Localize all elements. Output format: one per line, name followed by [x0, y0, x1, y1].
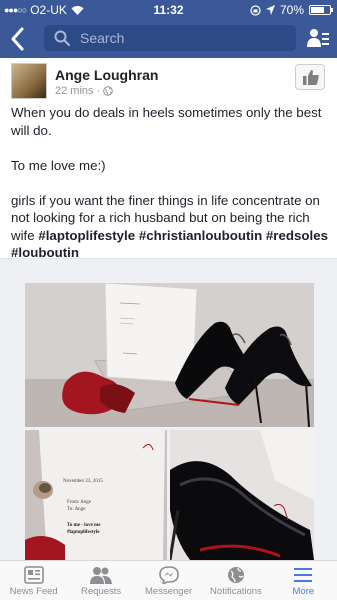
like-button[interactable] [295, 64, 325, 90]
post-time[interactable]: 22 mins [55, 85, 94, 97]
tab-label-news-feed: News Feed [9, 586, 58, 597]
tab-label-more: More [292, 586, 315, 597]
globe-icon [227, 567, 244, 583]
tab-label-messenger: Messenger [145, 586, 193, 597]
avatar[interactable] [11, 63, 47, 99]
photo-heels-box[interactable] [25, 283, 314, 427]
messenger-icon [158, 566, 179, 584]
tab-bar: News Feed Requests Messenger Notificatio… [0, 560, 337, 600]
news-feed-icon [23, 566, 44, 584]
tab-label-notifications: Notifications [210, 586, 262, 597]
tab-messenger[interactable]: Messenger [135, 561, 202, 600]
globe-privacy-icon [103, 86, 114, 96]
requests-icon [90, 567, 113, 584]
battery-icon [309, 5, 333, 15]
photo-note-card-image: November 23, 2015 From: Ange To: Ange To… [25, 430, 167, 560]
meta-separator: · [96, 85, 101, 97]
friends-list-icon [307, 29, 329, 47]
friends-list-button[interactable] [307, 27, 329, 54]
author-name[interactable]: Ange Loughran [55, 67, 158, 83]
tab-more[interactable]: More [270, 561, 337, 600]
search-bar[interactable]: Search [44, 25, 296, 51]
location-icon [265, 5, 275, 15]
card-to: To: Ange [67, 507, 86, 512]
photo-heel-closeup[interactable] [170, 430, 314, 560]
hashtags[interactable]: #laptoplifestyle #christianlouboutin #re… [11, 228, 328, 261]
photo-note-card[interactable]: November 23, 2015 From: Ange To: Ange To… [25, 430, 167, 560]
menu-icon [294, 568, 313, 582]
tab-news-feed[interactable]: News Feed [0, 561, 67, 600]
post-text-line-3: girls if you want the finer things in li… [11, 192, 333, 262]
status-bar: ●●●○○ O2-UK 11:32 70% [0, 0, 337, 20]
search-icon [54, 30, 70, 46]
post-text-line-1: When you do deals in heels sometimes onl… [11, 105, 322, 138]
battery-percent: 70% [279, 3, 304, 17]
tab-notifications[interactable]: Notifications [202, 561, 269, 600]
post-text-line-2: To me love me:) [11, 157, 106, 173]
rotation-lock-icon [250, 4, 261, 16]
post-body: When you do deals in heels sometimes onl… [11, 104, 333, 262]
card-date: November 23, 2015 [63, 479, 103, 484]
back-button[interactable] [8, 25, 32, 53]
post-meta: 22 mins · [55, 85, 114, 97]
card-hashtag: #laptoplifestyle [67, 530, 100, 535]
nav-bar: Search [0, 20, 337, 58]
thumbs-up-icon [303, 70, 319, 85]
photo-heels-box-image [25, 283, 314, 427]
card-from: From: Ange [67, 500, 92, 505]
card-message: To me - love me [67, 523, 101, 528]
post-header: Ange Loughran 22 mins · [0, 58, 337, 102]
search-placeholder: Search [80, 30, 125, 46]
back-chevron-icon [11, 27, 24, 51]
tab-requests[interactable]: Requests [67, 561, 134, 600]
tab-label-requests: Requests [81, 586, 122, 597]
photo-heel-closeup-image [170, 430, 314, 560]
system-status: 70% [250, 3, 333, 17]
